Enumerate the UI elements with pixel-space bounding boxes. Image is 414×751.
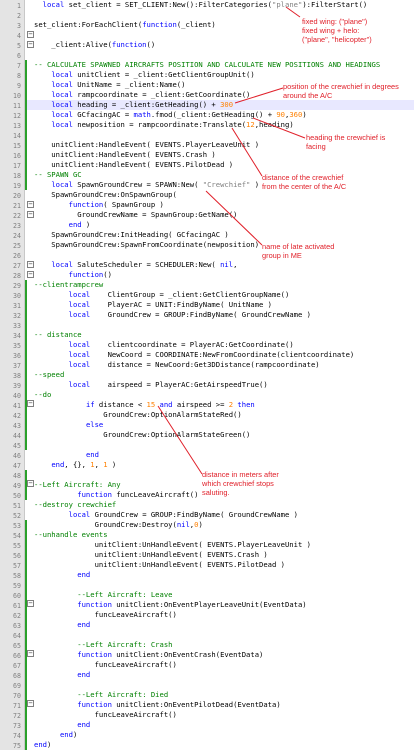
arrow-to-facing	[252, 117, 306, 139]
arrow-to-group-name	[205, 190, 263, 246]
arrow-to-translate-distance	[231, 127, 263, 177]
arrow-to-filter	[285, 6, 301, 18]
annotation-arrows	[157, 6, 306, 475]
code-editor[interactable]: 1 2 3 4 5 6 7 8 9 10 11 12 13 14 15 16 17 18 19 20 21 22 23 24 2…	[0, 0, 414, 750]
arrow-to-distance-check	[157, 405, 203, 475]
arrow-to-heading-offset	[234, 87, 284, 104]
